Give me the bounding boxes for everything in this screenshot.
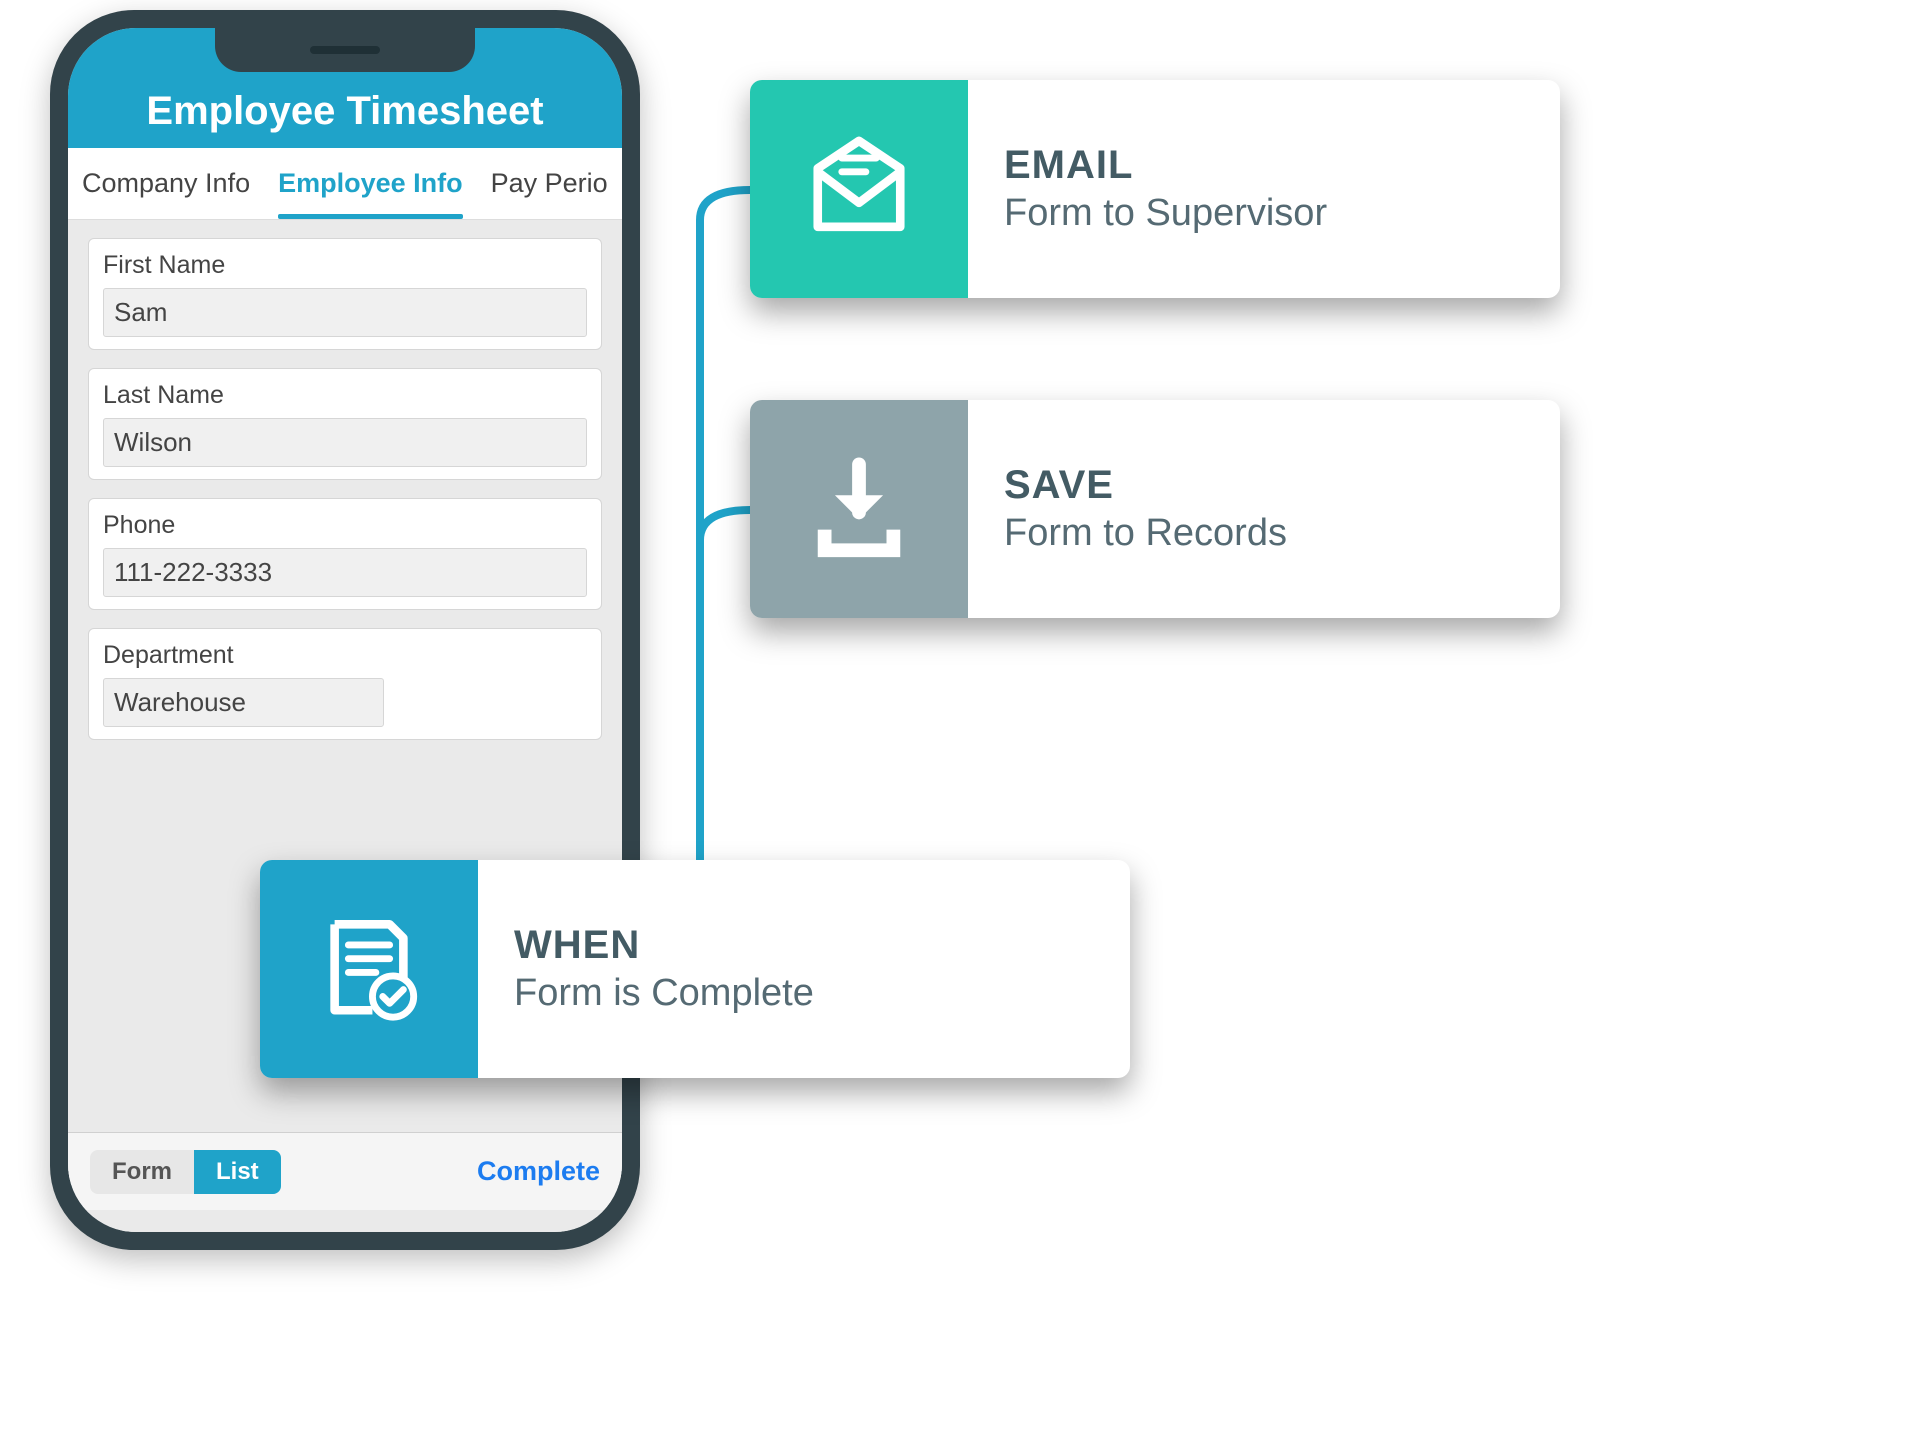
app-title: Employee Timesheet bbox=[146, 89, 543, 134]
input-department[interactable]: Warehouse bbox=[103, 678, 384, 727]
field-phone[interactable]: Phone 111-222-3333 bbox=[88, 498, 602, 610]
view-segment: Form List bbox=[90, 1150, 281, 1194]
email-title: EMAIL bbox=[1004, 143, 1327, 188]
label-phone: Phone bbox=[103, 511, 587, 540]
bottom-bar: Form List Complete bbox=[68, 1132, 622, 1210]
seg-list[interactable]: List bbox=[194, 1150, 281, 1194]
save-icon-box bbox=[750, 400, 968, 618]
save-title: SAVE bbox=[1004, 463, 1287, 508]
email-card-content: EMAIL Form to Supervisor bbox=[968, 80, 1363, 298]
input-first-name[interactable]: Sam bbox=[103, 288, 587, 337]
input-phone[interactable]: 111-222-3333 bbox=[103, 548, 587, 597]
label-department: Department bbox=[103, 641, 587, 670]
tab-employee-info[interactable]: Employee Info bbox=[278, 148, 463, 219]
trigger-card-when[interactable]: WHEN Form is Complete bbox=[260, 860, 1130, 1078]
label-last-name: Last Name bbox=[103, 381, 587, 410]
diagram-stage: Employee Timesheet Company Info Employee… bbox=[0, 0, 1932, 1432]
action-card-email[interactable]: EMAIL Form to Supervisor bbox=[750, 80, 1560, 298]
when-card-content: WHEN Form is Complete bbox=[478, 860, 850, 1078]
when-sub: Form is Complete bbox=[514, 972, 814, 1015]
seg-form[interactable]: Form bbox=[90, 1150, 194, 1194]
phone-notch bbox=[215, 28, 475, 72]
download-icon bbox=[804, 454, 914, 564]
email-icon-box bbox=[750, 80, 968, 298]
save-card-content: SAVE Form to Records bbox=[968, 400, 1323, 618]
email-sub: Form to Supervisor bbox=[1004, 192, 1327, 235]
save-sub: Form to Records bbox=[1004, 512, 1287, 555]
email-icon bbox=[804, 134, 914, 244]
tab-company-info[interactable]: Company Info bbox=[82, 148, 250, 219]
field-last-name[interactable]: Last Name Wilson bbox=[88, 368, 602, 480]
complete-button[interactable]: Complete bbox=[477, 1156, 600, 1187]
tab-pay-period[interactable]: Pay Perio bbox=[491, 148, 608, 219]
field-department[interactable]: Department Warehouse bbox=[88, 628, 602, 740]
label-first-name: First Name bbox=[103, 251, 587, 280]
field-first-name[interactable]: First Name Sam bbox=[88, 238, 602, 350]
action-card-save[interactable]: SAVE Form to Records bbox=[750, 400, 1560, 618]
input-last-name[interactable]: Wilson bbox=[103, 418, 587, 467]
tab-bar: Company Info Employee Info Pay Perio bbox=[68, 148, 622, 220]
when-icon-box bbox=[260, 860, 478, 1078]
when-title: WHEN bbox=[514, 923, 814, 968]
form-check-icon bbox=[314, 914, 424, 1024]
